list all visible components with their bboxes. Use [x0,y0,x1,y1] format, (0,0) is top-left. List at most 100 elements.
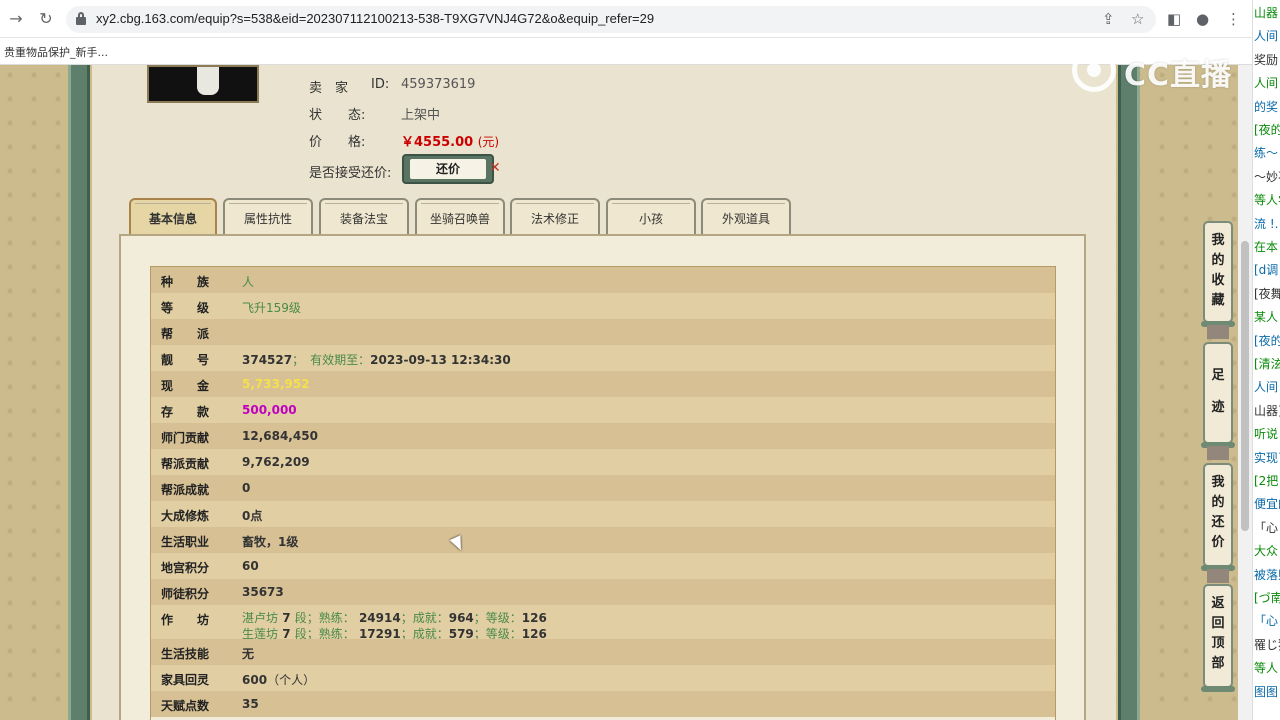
chat-line: 便宜的 [1254,497,1280,512]
workshop-label: 作 坊 [161,613,210,627]
tab-child[interactable]: 小孩 [606,198,696,236]
character-thumbnail [147,65,259,103]
chat-line: 某人 [1254,310,1279,325]
left-rail [68,65,90,720]
table-row: 现 金 5,733,952 [151,371,1055,397]
counter-offer-button[interactable]: 还价 [402,154,494,184]
forward-icon[interactable]: → [6,9,26,29]
chat-line: 等人 [1254,661,1279,676]
chat-line: 的奖 [1254,99,1279,114]
button-connector [1207,446,1229,460]
cultivation-value: 0点 [242,509,263,523]
scrollbar-thumb[interactable] [1241,241,1249,531]
counter-offer-label: 是否接受还价: [309,166,392,181]
chat-line: 流 !. [1254,216,1279,231]
chat-line: 罹じ狗 [1254,637,1280,652]
chat-line: 奖励 [1254,52,1279,67]
mentor-score-value: 35673 [242,585,284,599]
school-contrib-value: 12,684,450 [242,429,318,443]
table-row: 作 坊 湛卢坊 7 段；熟练： 24914；成就：964；等级：126 生莲坊 … [151,605,1055,641]
cultivation-label: 大成修炼 [161,509,210,523]
life-skill-label: 生活技能 [161,647,210,661]
button-connector [1207,569,1229,583]
tab-mounts-pets[interactable]: 坐骑召唤兽 [415,198,505,236]
chat-line: [夜的 [1254,333,1280,348]
chat-line: 人间 [1254,380,1279,395]
bookmark-item[interactable]: 贵重物品保护_新手... [4,44,108,60]
table-row: 大成修炼 0点 [151,501,1055,527]
share-icon[interactable]: ⇪ [1102,10,1115,28]
back-to-top-button[interactable]: 返回顶部 [1201,584,1235,692]
tab-appearance[interactable]: 外观道具 [701,198,791,236]
tab-basic-info[interactable]: 基本信息 [129,198,217,236]
page-scrollbar[interactable] [1238,65,1252,720]
cc-logo-icon [1072,48,1116,92]
guild-achieve-label: 帮派成就 [161,483,210,497]
chat-line: 大众 [1254,544,1279,559]
menu-icon[interactable]: ⋮ [1226,10,1241,28]
table-row: 天赋点数 35 [151,691,1055,717]
status-value: 上架中 [401,108,441,123]
table-row: 帮 派 [151,319,1055,345]
seller-label: 卖 家 [309,81,349,96]
deposit-value: 500,000 [242,403,297,417]
tab-spell-mods[interactable]: 法术修正 [510,198,600,236]
footprint-button[interactable]: 足迹 [1201,342,1235,448]
life-job-label: 生活职业 [161,535,210,549]
sidepanel-icon[interactable]: ◧ [1167,10,1181,28]
table-row: 帮派成就 0 [151,475,1055,501]
basic-info-table: 种 族 人 等 级 飞升159级 帮 派 靓 号 374527； 有效期至：20… [150,266,1056,720]
browser-address-bar: → ↻ xy2.cbg.163.com/equip?s=538&eid=2023… [0,0,1252,38]
reload-icon[interactable]: ↻ [36,9,56,29]
table-row: 家具回灵 600（个人） [151,665,1055,691]
talent-value: 35 [242,697,259,711]
chat-line: 听说 [1254,427,1279,442]
not-accepted-icon: ✕ [489,160,501,176]
chat-line: 「心 [1254,520,1279,535]
workshop-1-value: 湛卢坊 7 段；熟练： 24914；成就：964；等级：126 [242,611,547,625]
chat-line: [d调 [1254,263,1279,278]
talent-label: 天赋点数 [161,699,210,713]
tab-attributes[interactable]: 属性抗性 [223,198,313,236]
cash-label: 现 金 [161,379,210,393]
price-unit: (元) [477,135,500,149]
side-button-label: 返回顶部 [1211,596,1225,671]
side-button-label: 足迹 [1211,368,1225,415]
tab-equipment[interactable]: 装备法宝 [319,198,409,236]
palace-score-label: 地宫积分 [161,561,210,575]
bookmarks-bar: 贵重物品保护_新手... [0,38,1252,65]
home-value: 600（个人） [242,673,316,687]
chat-line: 实现了 [1254,450,1280,465]
side-button-label: 我的还价 [1211,475,1225,550]
chat-line: [夜舞 [1254,286,1280,301]
guild-contrib-label: 帮派贡献 [161,457,210,471]
table-row: 师徒积分 35673 [151,579,1055,605]
profile-icon[interactable]: ● [1196,10,1209,28]
life-skill-value: 无 [242,647,255,661]
star-icon[interactable]: ☆ [1131,10,1144,28]
status-label: 状 态: [309,108,366,123]
table-row: 生活职业 畜牧，1级 [151,527,1055,553]
chat-line: 「心 [1254,614,1279,629]
url-field[interactable]: xy2.cbg.163.com/equip?s=538&eid=20230711… [66,6,1156,33]
lock-icon [76,12,86,26]
guild-achieve-value: 0 [242,481,251,495]
level-label: 等 级 [161,301,210,315]
chat-line: 山器] [1254,403,1280,418]
guild-label: 帮 派 [161,327,210,341]
side-button-label: 我的收藏 [1211,233,1225,308]
table-row: 等 级 飞升159级 [151,293,1055,319]
cash-value: 5,733,952 [242,377,310,391]
palace-score-value: 60 [242,559,259,573]
chat-line: [2把 [1254,474,1279,488]
seller-id-label: ID: [371,77,390,92]
counter-offer-button-label: 还价 [410,159,486,179]
table-row: 生活技能 无 [151,639,1055,665]
chat-line: 人间 [1254,76,1279,91]
chat-line: [清泫 [1254,357,1280,371]
chat-line: ～妙不 [1254,169,1280,184]
deposit-label: 存 款 [161,405,210,419]
my-favorites-button[interactable]: 我的收藏 [1201,221,1235,327]
cc-live-logo: CC直播 [1072,48,1242,93]
my-counter-offers-button[interactable]: 我的还价 [1201,463,1235,571]
